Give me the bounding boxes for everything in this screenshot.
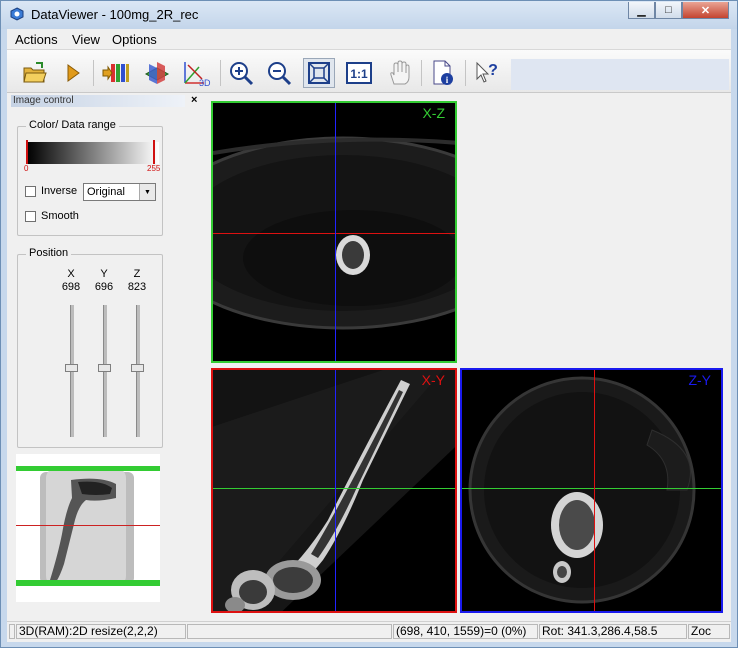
overview-thumbnail[interactable] bbox=[16, 454, 160, 602]
zy-label: Z-Y bbox=[688, 372, 711, 388]
toolbar-empty-area bbox=[511, 59, 729, 90]
slider-z-thumb[interactable] bbox=[131, 364, 144, 373]
inverse-label: Inverse bbox=[41, 185, 78, 197]
smooth-checkbox[interactable] bbox=[25, 211, 36, 222]
toolbar-separator bbox=[421, 60, 422, 86]
orthogonal-planes-icon bbox=[144, 62, 170, 84]
actual-size-button[interactable]: 1:1 bbox=[343, 58, 375, 88]
axis-z-label: Z bbox=[133, 268, 141, 280]
range-max-marker[interactable] bbox=[153, 140, 155, 164]
zoom-out-button[interactable] bbox=[263, 58, 295, 88]
range-max-label: 255 bbox=[147, 164, 161, 173]
zoom-in-button[interactable] bbox=[225, 58, 257, 88]
inverse-checkbox[interactable] bbox=[25, 186, 36, 197]
help-pointer-icon: ? bbox=[476, 61, 498, 83]
status-grip bbox=[9, 624, 15, 639]
pan-button[interactable] bbox=[383, 58, 415, 88]
orthogonal-planes-button[interactable] bbox=[141, 58, 173, 88]
xz-crosshair-vertical bbox=[335, 103, 336, 361]
maximize-button[interactable]: □ bbox=[655, 2, 682, 19]
zy-crosshair-vertical bbox=[594, 370, 595, 611]
zy-crosshair-horizontal bbox=[462, 488, 721, 489]
position-title: Position bbox=[26, 247, 72, 259]
axis-z-value: 823 bbox=[127, 281, 147, 293]
application-window: DataViewer - 100mg_2R_rec ▁ □ ✕ Actions … bbox=[0, 0, 738, 648]
status-bar: 3D(RAM):2D resize(2,2,2) (698, 410, 1559… bbox=[7, 621, 731, 642]
volume-render-icon bbox=[102, 64, 129, 82]
range-min-marker[interactable] bbox=[26, 140, 28, 164]
client-area: Actions View Options 3D 1:1 i ? Image co… bbox=[7, 29, 731, 642]
menu-options[interactable]: Options bbox=[112, 32, 157, 47]
actual-size-caption: 1:1 bbox=[350, 67, 368, 81]
view-xz[interactable]: X-Z bbox=[211, 101, 457, 363]
range-min-label: 0 bbox=[24, 164, 29, 173]
image-control-title: Image control bbox=[13, 95, 74, 106]
volume-render-button[interactable] bbox=[101, 58, 133, 88]
status-mode: 3D(RAM):2D resize(2,2,2) bbox=[16, 624, 186, 639]
view-xy[interactable]: X-Y bbox=[211, 368, 457, 613]
menu-actions[interactable]: Actions bbox=[15, 32, 58, 47]
play-icon bbox=[67, 64, 80, 82]
axis-x-label: X bbox=[67, 268, 75, 280]
slider-x-thumb[interactable] bbox=[65, 364, 78, 373]
xy-crosshair-horizontal bbox=[213, 488, 455, 489]
pan-hand-icon bbox=[390, 60, 410, 85]
3d-caption: 3D bbox=[199, 78, 211, 87]
maximize-icon: □ bbox=[665, 4, 672, 16]
toolbar-separator bbox=[465, 60, 466, 86]
color-mode-value: Original bbox=[87, 186, 125, 198]
status-empty bbox=[187, 624, 392, 639]
3d-view-button[interactable]: 3D bbox=[181, 58, 213, 88]
status-zoom: Zoc bbox=[688, 624, 730, 639]
xy-label: X-Y bbox=[421, 372, 445, 388]
axis-y-label: Y bbox=[100, 268, 108, 280]
toolbar-separator bbox=[220, 60, 221, 86]
status-rotation: Rot: 341.3,286.4,58.5 bbox=[539, 624, 687, 639]
color-range-bar[interactable] bbox=[27, 142, 159, 164]
menu-view[interactable]: View bbox=[72, 32, 100, 47]
window-title: DataViewer - 100mg_2R_rec bbox=[31, 7, 199, 22]
fit-to-window-icon bbox=[308, 62, 330, 84]
status-voxel-value: (698, 410, 1559)=0 (0%) bbox=[393, 624, 538, 639]
open-folder-icon bbox=[23, 62, 47, 83]
help-button[interactable]: ? bbox=[471, 58, 503, 88]
minimize-icon: ▁ bbox=[637, 4, 646, 17]
open-button[interactable] bbox=[19, 58, 51, 88]
color-range-title: Color/ Data range bbox=[26, 119, 119, 131]
zoom-out-icon bbox=[268, 62, 292, 86]
toolbar-separator bbox=[93, 60, 94, 86]
axis-x-value: 698 bbox=[61, 281, 81, 293]
actual-size-icon: 1:1 bbox=[346, 62, 372, 84]
slider-y-thumb[interactable] bbox=[98, 364, 111, 373]
title-bar: DataViewer - 100mg_2R_rec ▁ □ ✕ bbox=[1, 1, 737, 29]
close-icon: ✕ bbox=[700, 4, 711, 17]
file-info-icon: i bbox=[433, 60, 453, 85]
color-mode-select[interactable]: Original ▼ bbox=[83, 183, 156, 201]
app-icon bbox=[10, 7, 24, 21]
smooth-label: Smooth bbox=[41, 210, 79, 222]
file-info-button[interactable]: i bbox=[427, 58, 459, 88]
xz-label: X-Z bbox=[422, 105, 445, 121]
view-zy[interactable]: Z-Y bbox=[460, 368, 723, 613]
xz-crosshair-horizontal bbox=[213, 233, 455, 234]
image-control-header: Image control bbox=[11, 95, 185, 107]
menu-bar: Actions View Options bbox=[7, 29, 731, 50]
toolbar: 3D 1:1 i ? bbox=[7, 50, 731, 93]
overview-projection bbox=[16, 466, 160, 586]
chevron-down-icon: ▼ bbox=[139, 184, 155, 200]
xy-crosshair-vertical bbox=[335, 370, 336, 611]
axis-y-value: 696 bbox=[94, 281, 114, 293]
3d-view-icon: 3D bbox=[184, 62, 211, 87]
zoom-in-icon bbox=[230, 62, 254, 86]
zy-slice-image bbox=[468, 376, 696, 604]
panel-close-icon[interactable]: × bbox=[191, 94, 197, 106]
close-button[interactable]: ✕ bbox=[682, 2, 729, 19]
fit-to-window-button[interactable] bbox=[303, 58, 335, 88]
play-button[interactable] bbox=[57, 58, 89, 88]
help-caption: ? bbox=[488, 62, 498, 79]
minimize-button[interactable]: ▁ bbox=[628, 2, 655, 19]
